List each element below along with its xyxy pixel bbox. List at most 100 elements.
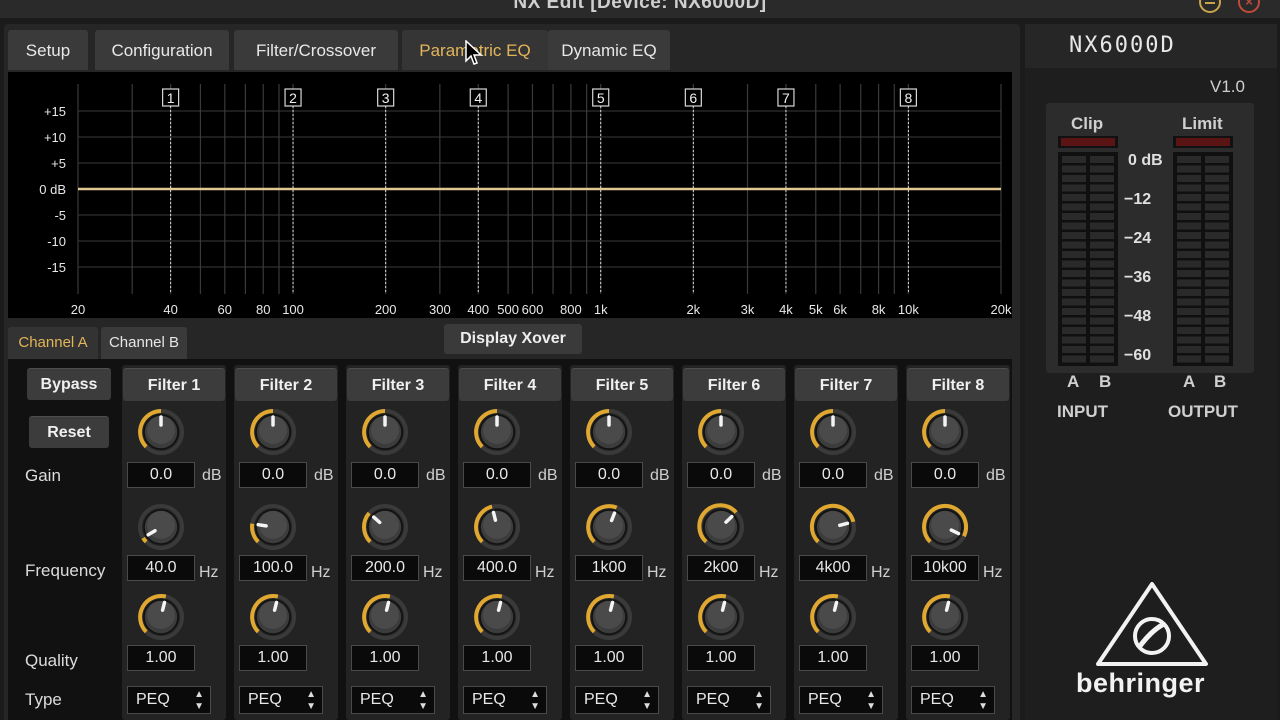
filter-2-button[interactable]: Filter 2 bbox=[235, 368, 337, 401]
quality-field[interactable]: 1.00 bbox=[463, 645, 531, 671]
meter-segment bbox=[1205, 165, 1229, 173]
quality-knob[interactable] bbox=[695, 591, 747, 643]
quality-knob[interactable] bbox=[583, 591, 635, 643]
quality-field[interactable]: 1.00 bbox=[799, 645, 867, 671]
gain-knob[interactable] bbox=[135, 406, 187, 458]
type-select[interactable]: PEQ ▲ ▼ bbox=[351, 686, 435, 714]
meter-segment bbox=[1090, 260, 1114, 268]
quality-knob[interactable] bbox=[807, 591, 859, 643]
filter-6-button[interactable]: Filter 6 bbox=[683, 368, 785, 401]
gain-label: Gain bbox=[25, 466, 61, 485]
type-select[interactable]: PEQ ▲ ▼ bbox=[911, 686, 995, 714]
gain-field[interactable]: 0.0 bbox=[911, 462, 979, 488]
tab-channel-a[interactable]: Channel A bbox=[8, 327, 98, 359]
y-tick-label: +10 bbox=[44, 130, 66, 145]
type-select[interactable]: PEQ ▲ ▼ bbox=[463, 686, 547, 714]
gain-field[interactable]: 0.0 bbox=[687, 462, 755, 488]
frequency-field[interactable]: 4k00 bbox=[799, 555, 867, 581]
quality-field[interactable]: 1.00 bbox=[687, 645, 755, 671]
frequency-knob[interactable] bbox=[695, 501, 747, 553]
tab-dynamic-eq[interactable]: Dynamic EQ bbox=[548, 30, 670, 70]
filter-3-button[interactable]: Filter 3 bbox=[347, 368, 449, 401]
frequency-label: Frequency bbox=[25, 561, 106, 580]
filter-5-button[interactable]: Filter 5 bbox=[571, 368, 673, 401]
frequency-field[interactable]: 200.0 bbox=[351, 555, 419, 581]
frequency-unit: Hz bbox=[311, 564, 331, 581]
quality-knob[interactable] bbox=[247, 591, 299, 643]
frequency-knob[interactable] bbox=[247, 501, 299, 553]
frequency-field[interactable]: 10k00 bbox=[911, 555, 979, 581]
frequency-knob[interactable] bbox=[471, 501, 523, 553]
meter-segment bbox=[1062, 251, 1086, 258]
frequency-unit: Hz bbox=[423, 564, 443, 581]
filter-7-button[interactable]: Filter 7 bbox=[795, 368, 897, 401]
quality-field[interactable]: 1.00 bbox=[127, 645, 195, 671]
type-select[interactable]: PEQ ▲ ▼ bbox=[799, 686, 883, 714]
type-select[interactable]: PEQ ▲ ▼ bbox=[575, 686, 659, 714]
filter-8-button[interactable]: Filter 8 bbox=[907, 368, 1009, 401]
frequency-knob[interactable] bbox=[919, 501, 971, 553]
gain-field[interactable]: 0.0 bbox=[351, 462, 419, 488]
gain-knob[interactable] bbox=[695, 406, 747, 458]
gain-knob[interactable] bbox=[807, 406, 859, 458]
quality-field[interactable]: 1.00 bbox=[239, 645, 307, 671]
frequency-field[interactable]: 2k00 bbox=[687, 555, 755, 581]
frequency-knob[interactable] bbox=[359, 501, 411, 553]
type-select[interactable]: PEQ ▲ ▼ bbox=[687, 686, 771, 714]
type-select[interactable]: PEQ ▲ ▼ bbox=[127, 686, 211, 714]
display-xover-button[interactable]: Display Xover bbox=[444, 324, 582, 354]
frequency-field[interactable]: 400.0 bbox=[463, 555, 531, 581]
gain-field[interactable]: 0.0 bbox=[799, 462, 867, 488]
gain-unit: dB bbox=[426, 467, 446, 484]
gain-knob[interactable] bbox=[919, 406, 971, 458]
tab-filter-crossover[interactable]: Filter/Crossover bbox=[234, 30, 398, 70]
meter-segment bbox=[1062, 194, 1086, 201]
meter-segment bbox=[1177, 203, 1201, 211]
tab-setup[interactable]: Setup bbox=[8, 30, 88, 70]
meter-segment bbox=[1090, 270, 1114, 277]
frequency-field[interactable]: 40.0 bbox=[127, 555, 195, 581]
scale-60: −60 bbox=[1124, 347, 1152, 364]
gain-field[interactable]: 0.0 bbox=[575, 462, 643, 488]
frequency-knob[interactable] bbox=[583, 501, 635, 553]
filter-1-button[interactable]: Filter 1 bbox=[123, 368, 225, 401]
gain-knob[interactable] bbox=[359, 406, 411, 458]
meter-segment bbox=[1090, 327, 1114, 334]
gain-knob[interactable] bbox=[583, 406, 635, 458]
quality-field[interactable]: 1.00 bbox=[575, 645, 643, 671]
filter-4-button[interactable]: Filter 4 bbox=[459, 368, 561, 401]
y-tick-label: -10 bbox=[47, 234, 66, 249]
x-tick-label: 20k bbox=[991, 302, 1012, 317]
gain-field[interactable]: 0.0 bbox=[463, 462, 531, 488]
gain-field[interactable]: 0.0 bbox=[239, 462, 307, 488]
tab-configuration[interactable]: Configuration bbox=[95, 30, 229, 70]
frequency-knob[interactable] bbox=[135, 501, 187, 553]
gain-field[interactable]: 0.0 bbox=[127, 462, 195, 488]
frequency-knob[interactable] bbox=[807, 501, 859, 553]
select-arrows-icon: ▲ ▼ bbox=[194, 689, 204, 712]
quality-field[interactable]: 1.00 bbox=[911, 645, 979, 671]
input-a-label: A bbox=[1067, 372, 1080, 391]
eq-response-graph[interactable]: +15 +10 +5 0 dB -5 -10 -15 20 40 60 80 100 200 300 400… bbox=[8, 72, 1012, 318]
bypass-button[interactable]: Bypass bbox=[27, 368, 111, 400]
y-tick-label: +15 bbox=[44, 104, 66, 119]
type-select[interactable]: PEQ ▲ ▼ bbox=[239, 686, 323, 714]
select-arrows-icon: ▲ ▼ bbox=[418, 689, 428, 712]
quality-knob[interactable] bbox=[359, 591, 411, 643]
meter-segment bbox=[1205, 279, 1229, 287]
meter-segment bbox=[1090, 279, 1114, 287]
gain-knob[interactable] bbox=[471, 406, 523, 458]
gain-unit: dB bbox=[874, 467, 894, 484]
frequency-field[interactable]: 100.0 bbox=[239, 555, 307, 581]
reset-button[interactable]: Reset bbox=[29, 416, 109, 448]
tab-channel-b[interactable]: Channel B bbox=[101, 327, 187, 359]
x-tick-label: 100 bbox=[282, 302, 304, 317]
gain-knob[interactable] bbox=[247, 406, 299, 458]
quality-field[interactable]: 1.00 bbox=[351, 645, 419, 671]
frequency-field[interactable]: 1k00 bbox=[575, 555, 643, 581]
quality-label: Quality bbox=[25, 651, 78, 670]
quality-knob[interactable] bbox=[471, 591, 523, 643]
quality-knob[interactable] bbox=[135, 591, 187, 643]
meter-segment bbox=[1205, 203, 1229, 211]
quality-knob[interactable] bbox=[919, 591, 971, 643]
